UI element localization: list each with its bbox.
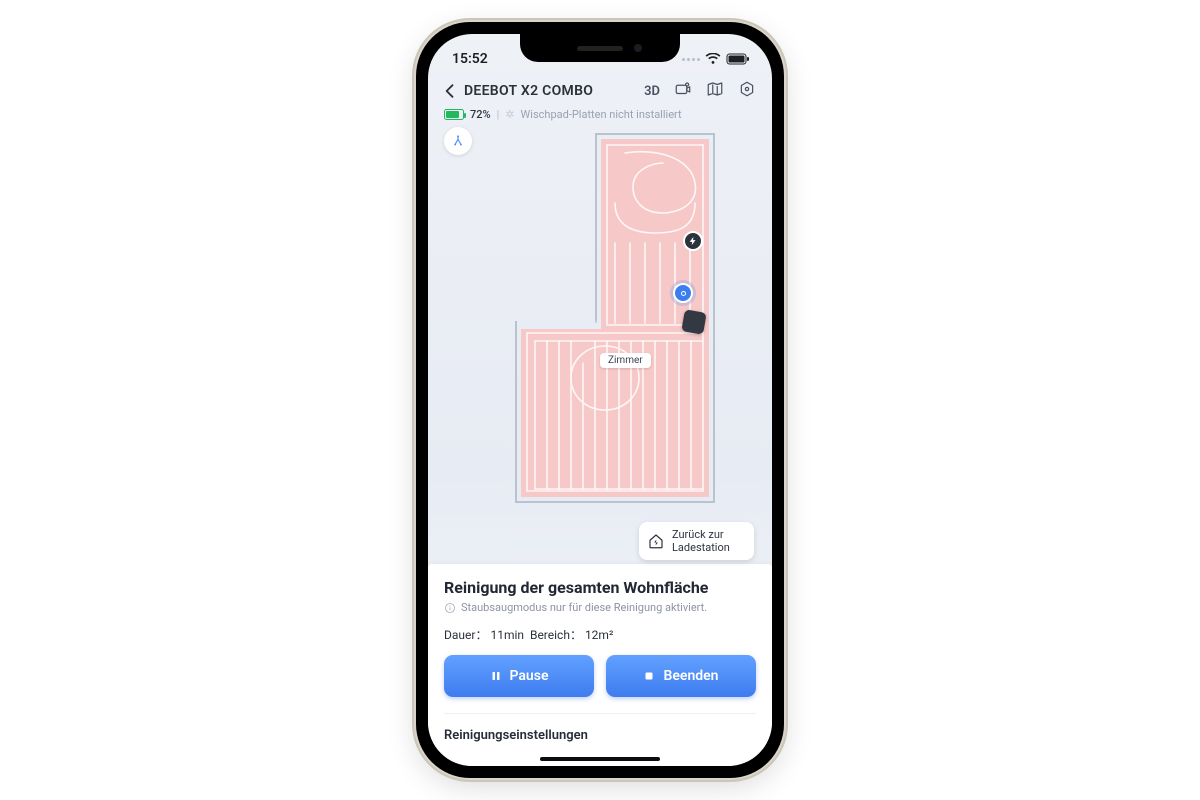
back-button[interactable]: DEEBOT X2 COMBO (440, 81, 593, 101)
panel-subtitle-text: Staubsaugmodus nur für diese Reinigung a… (461, 601, 707, 614)
settings-hex-icon (738, 80, 756, 98)
cleaning-panel: Reinigung der gesamten Wohnfläche Staubs… (428, 564, 772, 766)
cleaning-stats: Dauer 11min Bereich 12m² (444, 626, 756, 643)
app-header: DEEBOT X2 COMBO 3D (428, 74, 772, 102)
map-area[interactable]: Zimmer Zurück zur Ladestation (428, 121, 772, 564)
accessory-status: Wischpad-Platten nicht installiert (521, 108, 682, 121)
cell-signal-icon (682, 58, 700, 61)
view-3d-button[interactable]: 3D (644, 84, 660, 99)
robot-position-marker[interactable] (673, 283, 693, 303)
status-line: 72% | ✲ Wischpad-Platten nicht installie… (428, 102, 772, 121)
pause-icon (490, 670, 502, 682)
info-icon (444, 602, 456, 614)
return-to-dock-label: Zurück zur Ladestation (672, 528, 744, 554)
charging-dock-marker[interactable] (683, 231, 703, 251)
room-label[interactable]: Zimmer (600, 353, 651, 368)
area-value: 12m² (585, 628, 613, 642)
settings-button[interactable] (738, 80, 756, 102)
return-to-dock-button[interactable]: Zurück zur Ladestation (639, 522, 754, 560)
pause-label: Pause (510, 668, 549, 684)
mop-icon: ✲ (505, 108, 514, 121)
battery-pill-icon (444, 109, 464, 120)
stop-icon (643, 670, 655, 682)
ai-icon (451, 134, 465, 148)
floor-map[interactable]: Zimmer (475, 133, 725, 503)
map-manage-button[interactable] (706, 80, 724, 102)
end-button[interactable]: Beenden (606, 655, 756, 697)
pause-button[interactable]: Pause (444, 655, 594, 697)
status-right (682, 53, 750, 65)
separator: | (497, 108, 500, 121)
duration-value: 11min (490, 628, 524, 642)
header-actions: 3D (644, 80, 756, 102)
robot-body-icon (681, 309, 706, 334)
home-indicator[interactable] (540, 757, 660, 761)
map-icon (706, 80, 724, 98)
duration-label: Dauer (444, 628, 487, 642)
ai-mode-badge[interactable] (444, 127, 472, 155)
cleaning-settings-row[interactable]: Reinigungseinstellungen (444, 713, 756, 753)
phone-frame: 15:52 DEEBOT X2 COMBO 3D (416, 22, 784, 778)
area-label: Bereich (530, 628, 582, 642)
camera-button[interactable] (674, 80, 692, 102)
screen: 15:52 DEEBOT X2 COMBO 3D (428, 34, 772, 766)
battery-icon (726, 53, 750, 65)
chevron-left-icon (440, 81, 460, 101)
panel-subtitle: Staubsaugmodus nur für diese Reinigung a… (444, 601, 756, 614)
notch (520, 34, 680, 62)
camera-icon (674, 80, 692, 98)
wifi-icon (705, 53, 721, 65)
end-label: Beenden (663, 668, 718, 684)
battery-percent: 72% (470, 108, 491, 121)
home-charge-icon (647, 532, 665, 550)
clock: 15:52 (452, 51, 488, 67)
bolt-icon (688, 236, 698, 246)
panel-title: Reinigung der gesamten Wohnfläche (444, 578, 756, 597)
device-name: DEEBOT X2 COMBO (464, 83, 593, 99)
